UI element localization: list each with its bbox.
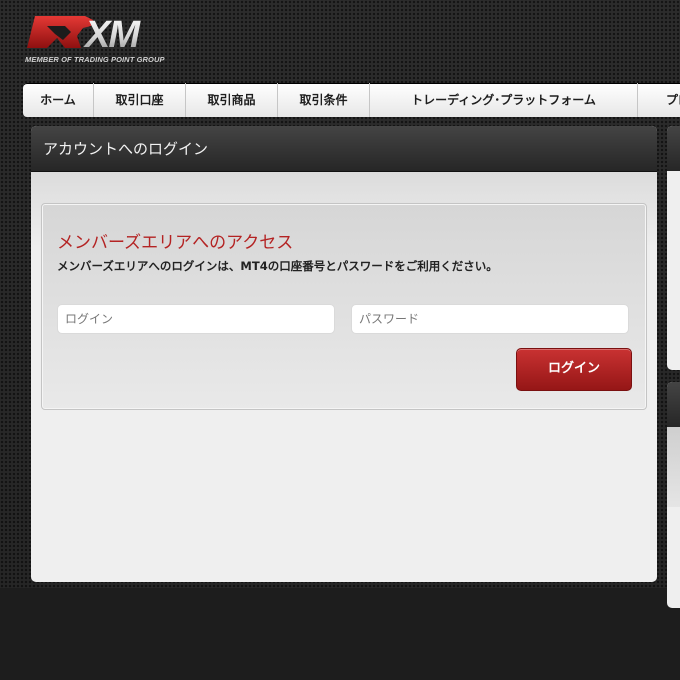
- login-panel: アカウントへのログイン メンバーズエリアへのアクセス メンバーズエリアへのログイ…: [31, 126, 657, 582]
- members-area-login-box: メンバーズエリアへのアクセス メンバーズエリアへのログインは、MT4の口座番号と…: [41, 203, 647, 410]
- xm-logo-text: XM: [83, 14, 141, 54]
- login-input[interactable]: [57, 304, 335, 334]
- nav-item-accounts[interactable]: 取引口座: [94, 83, 186, 117]
- login-panel-title: アカウントへのログイン: [43, 140, 209, 158]
- nav-item-platforms[interactable]: トレーディング･プラットフォーム: [370, 83, 638, 117]
- nav-item-conditions[interactable]: 取引条件: [278, 83, 370, 117]
- page-footer-area: [0, 588, 680, 680]
- members-area-description: メンバーズエリアへのログインは、MT4の口座番号とパスワードをご利用ください。: [57, 259, 498, 273]
- bull-logo-icon: XM: [27, 14, 143, 56]
- members-area-heading: メンバーズエリアへのアクセス: [57, 233, 294, 253]
- nav-item-pro[interactable]: プロ: [638, 83, 680, 117]
- main-navigation: ホーム 取引口座 取引商品 取引条件 トレーディング･プラットフォーム プロ: [23, 83, 680, 117]
- password-input[interactable]: [351, 304, 629, 334]
- nav-item-products[interactable]: 取引商品: [186, 83, 278, 117]
- login-button[interactable]: ログイン: [516, 348, 632, 391]
- logo-tagline: MEMBER OF TRADING POINT GROUP: [25, 55, 165, 64]
- nav-item-home[interactable]: ホーム: [23, 83, 94, 117]
- side-panel-top: [667, 126, 680, 370]
- side-panel-bottom: [667, 382, 680, 608]
